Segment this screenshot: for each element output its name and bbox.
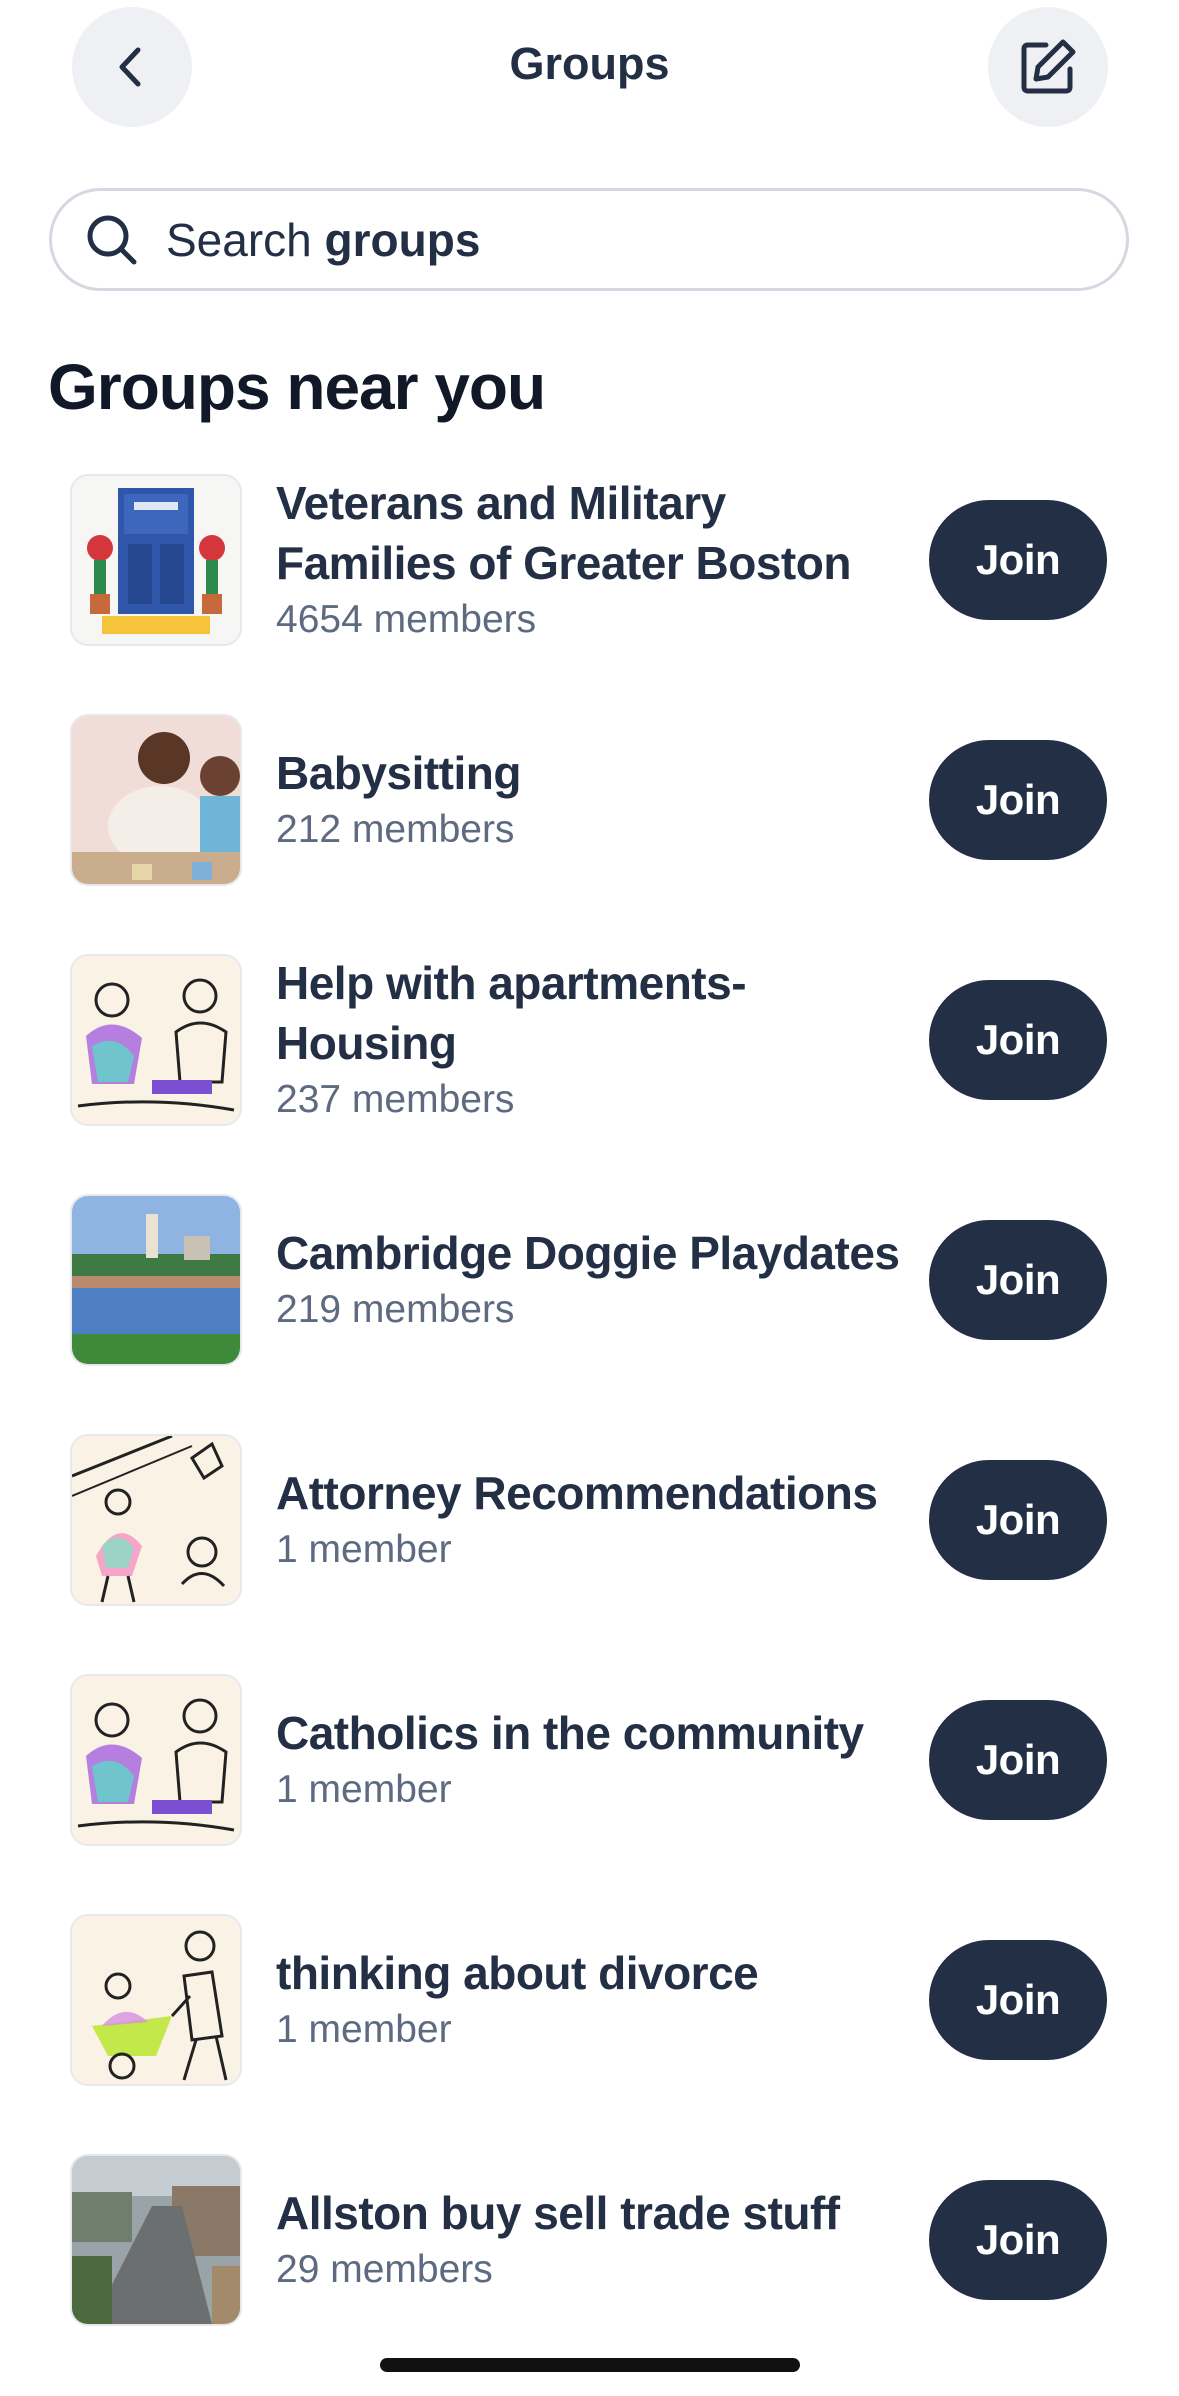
group-thumbnail [72,716,240,884]
group-row[interactable]: Veterans and Military Families of Greate… [0,474,1179,714]
group-thumbnail [72,1676,240,1844]
group-info: Cambridge Doggie Playdates 219 members [276,1194,906,1366]
group-info: Catholics in the community 1 member [276,1674,906,1846]
group-info: Help with apartments-Housing 237 members [276,954,906,1126]
group-thumbnail [72,1916,240,2084]
join-button[interactable]: Join [929,980,1107,1100]
compose-button[interactable] [988,7,1108,127]
group-row[interactable]: Attorney Recommendations 1 member Join [0,1434,1179,1674]
group-name: Allston buy sell trade stuff [276,2187,840,2239]
top-bar: Groups [0,0,1179,140]
join-button[interactable]: Join [929,2180,1107,2300]
group-row[interactable]: Cambridge Doggie Playdates 219 members J… [0,1194,1179,1434]
join-button[interactable]: Join [929,740,1107,860]
group-thumbnail [72,476,240,644]
group-name: Help with apartments-Housing [276,957,747,1069]
group-thumbnail [72,2156,240,2324]
group-row[interactable]: Help with apartments-Housing 237 members… [0,954,1179,1194]
group-name: thinking about divorce [276,1947,759,1999]
group-member-count: 1 member [276,1528,452,1571]
group-name: Attorney Recommendations [276,1467,878,1519]
group-list: Veterans and Military Families of Greate… [0,474,1179,2394]
group-info: Allston buy sell trade stuff 29 members [276,2154,906,2326]
join-button[interactable]: Join [929,500,1107,620]
group-info: Attorney Recommendations 1 member [276,1434,906,1606]
group-name: Babysitting [276,747,521,799]
group-info: Babysitting 212 members [276,714,906,886]
group-row[interactable]: Catholics in the community 1 member Join [0,1674,1179,1914]
search-input[interactable]: Search groups [49,188,1129,291]
group-thumbnail [72,1436,240,1604]
join-button[interactable]: Join [929,1220,1107,1340]
search-icon [84,212,140,268]
group-member-count: 219 members [276,1288,515,1331]
group-info: thinking about divorce 1 member [276,1914,906,2086]
group-member-count: 237 members [276,1078,515,1121]
group-row[interactable]: Babysitting 212 members Join [0,714,1179,954]
home-indicator [380,2358,800,2372]
group-thumbnail [72,956,240,1124]
group-member-count: 1 member [276,1768,452,1811]
join-button[interactable]: Join [929,1940,1107,2060]
group-row[interactable]: thinking about divorce 1 member Join [0,1914,1179,2154]
group-member-count: 29 members [276,2248,493,2291]
group-info: Veterans and Military Families of Greate… [276,474,906,646]
search-placeholder: Search groups [166,213,481,266]
section-title: Groups near you [48,351,546,423]
edit-square-icon [1021,39,1076,94]
group-thumbnail [72,1196,240,1364]
group-member-count: 1 member [276,2008,452,2051]
join-button[interactable]: Join [929,1700,1107,1820]
group-member-count: 212 members [276,808,515,851]
group-name: Veterans and Military Families of Greate… [276,477,851,589]
join-button[interactable]: Join [929,1460,1107,1580]
group-name: Catholics in the community [276,1707,864,1759]
group-name: Cambridge Doggie Playdates [276,1227,900,1279]
group-member-count: 4654 members [276,598,537,641]
